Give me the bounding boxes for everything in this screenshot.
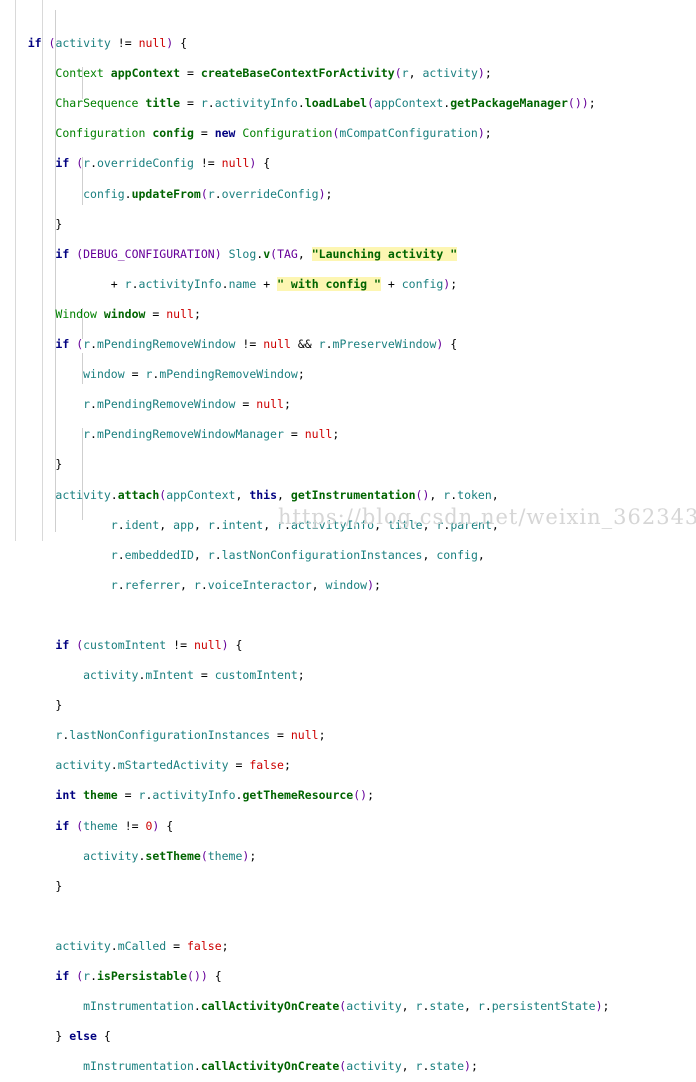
code-line: r.embeddedID, r.lastNonConfigurationInst… [110,547,485,562]
code-line: + r.activityInfo.name + " with config " … [110,276,458,291]
code-line: if (r.overrideConfig != null) { [55,156,271,171]
code-line: int theme = r.activityInfo.getThemeResou… [55,788,375,803]
code-line: Configuration config = new Configuration… [55,126,492,141]
code-line: activity.mCalled = false; [55,938,229,953]
code-line: } [55,457,63,472]
code-line: Context appContext = createBaseContextFo… [55,66,492,81]
code-line: r.referrer, r.voiceInteractor, window); [110,577,381,592]
source-code-block[interactable]: if (activity != null) { Context appConte… [0,0,610,1082]
code-line: if (r.isPersistable()) { [55,969,222,983]
code-line: mInstrumentation.callActivityOnCreate(ac… [83,999,610,1014]
code-line: r.ident, app, r.intent, r.activityInfo, … [110,517,499,532]
code-line: r.mPendingRemoveWindowManager = null; [83,427,340,442]
code-line: if (r.mPendingRemoveWindow != null && r.… [55,337,458,352]
code-line: Window window = null; [55,306,201,321]
code-line: if (theme != 0) { [55,818,174,833]
code-line: } [55,698,63,713]
code-line: mInstrumentation.callActivityOnCreate(ac… [83,1059,478,1074]
code-line: activity.setTheme(theme); [83,848,257,863]
code-line: } else { [55,1029,111,1044]
code-line: activity.mIntent = customIntent; [83,668,305,683]
code-line: r.mPendingRemoveWindow = null; [83,397,291,412]
code-line: window = r.mPendingRemoveWindow; [83,367,305,382]
code-editor-pane[interactable]: if (activity != null) { Context appConte… [0,0,696,1073]
code-line: } [55,216,63,231]
code-line: activity.attach(appContext, this, getIns… [55,487,499,502]
code-line: CharSequence title = r.activityInfo.load… [55,96,596,111]
code-line: r.lastNonConfigurationInstances = null; [55,728,326,743]
code-line: if (customIntent != null) { [55,637,243,652]
code-line: config.updateFrom(r.overrideConfig); [83,186,333,201]
code-line: activity.mStartedActivity = false; [55,758,291,773]
code-line: if (DEBUG_CONFIGURATION) Slog.v(TAG, "La… [55,246,458,261]
code-line: } [55,878,63,893]
code-line: if (activity != null) { [27,36,188,51]
